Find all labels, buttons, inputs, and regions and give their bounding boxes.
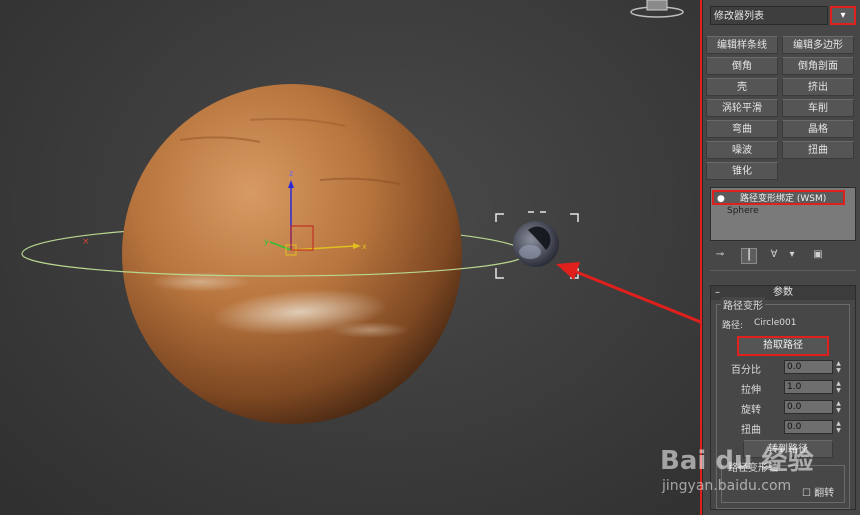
extrude-button[interactable]: 挤出 bbox=[782, 78, 854, 96]
make-unique-icon[interactable]: ∀ bbox=[767, 248, 781, 262]
sphere-planet[interactable] bbox=[122, 84, 462, 424]
noise-button[interactable]: 噪波 bbox=[706, 141, 778, 159]
checkbox-icon[interactable]: ☐ bbox=[802, 488, 811, 499]
viewport-scene: × z x y bbox=[21, 0, 700, 424]
path-label: 路径: bbox=[722, 321, 744, 331]
modifier-list-dropdown-button[interactable]: ▾ bbox=[830, 6, 856, 25]
path-value: Circle001 bbox=[754, 318, 797, 328]
twist-button[interactable]: 扭曲 bbox=[782, 141, 854, 159]
spinner-arrows-icon[interactable]: ▲ ▼ bbox=[835, 360, 842, 374]
moon-sphere[interactable] bbox=[513, 221, 559, 267]
bevel-button[interactable]: 倒角 bbox=[706, 57, 778, 75]
pick-path-button[interactable]: 拾取路径 bbox=[737, 336, 829, 356]
rollout-title: 参数 bbox=[773, 287, 793, 298]
axis-x-label: x bbox=[362, 242, 367, 251]
viewcube-icon[interactable] bbox=[630, 0, 684, 18]
edit-poly-button[interactable]: 编辑多边形 bbox=[782, 36, 854, 54]
annotation-arrow bbox=[556, 262, 700, 324]
chevron-down-icon: ▾ bbox=[840, 10, 846, 21]
baidu-watermark-logo: Bai du 经验 bbox=[660, 446, 814, 476]
modifier-stack: ● 路径变形绑定 (WSM) Sphere bbox=[710, 187, 856, 241]
remove-modifier-icon[interactable]: ▾ bbox=[785, 248, 799, 262]
stretch-field[interactable]: 1.0 bbox=[784, 380, 833, 394]
flip-checkbox[interactable]: ☐ 翻转 bbox=[802, 484, 834, 499]
percent-label: 百分比 bbox=[731, 365, 761, 376]
turbosmooth-button[interactable]: 涡轮平滑 bbox=[706, 99, 778, 117]
shell-button[interactable]: 壳 bbox=[706, 78, 778, 96]
percent-field[interactable]: 0.0 bbox=[784, 360, 833, 374]
spinner-arrows-icon[interactable]: ▲ ▼ bbox=[835, 380, 842, 394]
collapse-icon: – bbox=[715, 287, 720, 298]
svg-text:×: × bbox=[82, 237, 90, 247]
flip-label: 翻转 bbox=[814, 488, 835, 499]
stack-item-sphere[interactable]: Sphere bbox=[727, 205, 759, 217]
edit-spline-button[interactable]: 编辑样条线 bbox=[706, 36, 778, 54]
baidu-watermark-url: jingyan.baidu.com bbox=[662, 478, 792, 494]
modifier-list-dropdown[interactable]: 修改器列表 bbox=[710, 6, 828, 25]
perspective-viewport[interactable]: × z x y bbox=[0, 0, 700, 515]
bevel-profile-button[interactable]: 倒角剖面 bbox=[782, 57, 854, 75]
stretch-label: 拉伸 bbox=[741, 385, 761, 396]
spinner-arrows-icon[interactable]: ▲ ▼ bbox=[835, 400, 842, 414]
stack-item-pathdeform-wsm[interactable]: ● 路径变形绑定 (WSM) bbox=[712, 190, 845, 205]
twist-field[interactable]: 0.0 bbox=[784, 420, 833, 434]
stack-item-label: 路径变形绑定 (WSM) bbox=[740, 194, 827, 204]
taper-button[interactable]: 锥化 bbox=[706, 162, 778, 180]
twist-label: 扭曲 bbox=[741, 425, 761, 436]
lightbulb-icon[interactable]: ● bbox=[717, 192, 725, 207]
rotation-field[interactable]: 0.0 bbox=[784, 400, 833, 414]
group-title: 路径变形 bbox=[721, 297, 765, 312]
spinner-arrows-icon[interactable]: ▲ ▼ bbox=[835, 420, 842, 434]
bend-button[interactable]: 弯曲 bbox=[706, 120, 778, 138]
separator bbox=[710, 270, 856, 271]
lathe-button[interactable]: 车削 bbox=[782, 99, 854, 117]
configure-sets-icon[interactable]: ▣ bbox=[811, 248, 825, 262]
modify-command-panel: 修改器列表 ▾ 编辑样条线 编辑多边形 倒角 倒角剖面 壳 挤出 涡轮平滑 车削… bbox=[702, 0, 860, 515]
show-end-result-icon[interactable]: ┃ bbox=[741, 248, 757, 264]
lattice-button[interactable]: 晶格 bbox=[782, 120, 854, 138]
pin-stack-icon[interactable]: ⊸ bbox=[713, 248, 727, 262]
rotation-label: 旋转 bbox=[741, 405, 761, 416]
axis-z-label: z bbox=[289, 169, 293, 178]
axis-y-label: y bbox=[264, 237, 269, 246]
